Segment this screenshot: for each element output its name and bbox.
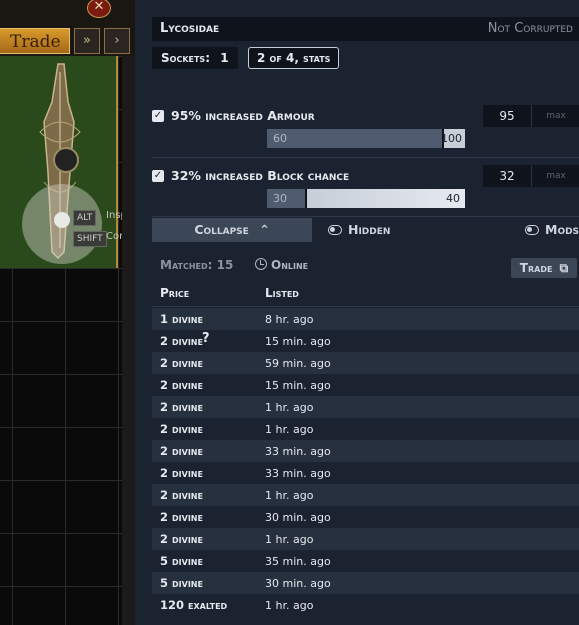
game-inventory-area: ✕ Trade » › ALT Inspe SHIFT Comp [0,0,135,625]
table-row[interactable]: 2 divine 1 hr. ago [152,528,579,550]
collapse-button[interactable]: Collapse ⌃ [152,218,312,242]
price-cell: 1 divine [160,312,203,326]
listed-cell: 33 min. ago [265,467,331,480]
table-row[interactable]: 5 divine 30 min. ago [152,572,579,594]
listed-cell: 1 hr. ago [265,423,314,436]
block-max-input[interactable]: max [531,165,579,187]
listed-cell: 15 min. ago [265,379,331,392]
alt-key-label: ALT [73,210,97,226]
shift-key-label: SHIFT [73,231,107,247]
corruption-status: Not Corrupted [487,21,573,36]
listed-cell: 35 min. ago [265,555,331,568]
table-row[interactable]: 2 divine 15 min. ago [152,374,579,396]
cursor-dot [54,212,70,228]
table-row[interactable]: 2 divine 30 min. ago [152,506,579,528]
stat-filter-block: ✓ 32% increased Block chance 32 max 30 4… [152,165,579,212]
listed-cell: 1 hr. ago [265,533,314,546]
table-row[interactable]: 2 divine 1 hr. ago [152,396,579,418]
external-link-icon: ⧉ [559,261,569,275]
block-range-bar[interactable]: 30 40 [267,189,465,208]
price-header[interactable]: Price [160,286,189,300]
block-min-input[interactable]: 32 [483,165,531,187]
table-row[interactable]: 2 divine 1 hr. ago [152,418,579,440]
tab-trade[interactable]: Trade [0,28,70,54]
table-row[interactable]: 2 divine? 15 min. ago [152,330,579,352]
table-row[interactable]: 120 exalted 1 hr. ago [152,594,579,616]
sockets-filter[interactable]: Sockets: 1 [152,47,238,69]
item-name: Lycosidae [160,21,220,36]
price-cell: 2 divine [160,532,203,546]
chevron-up-icon: ⌃ [259,222,270,237]
sockets-label: Sockets: [161,51,210,65]
uncertain-price-icon: ? [202,331,210,346]
listed-cell: 1 hr. ago [265,489,314,502]
listed-cell: 33 min. ago [265,445,331,458]
listed-cell: 30 min. ago [265,577,331,590]
listed-cell: 1 hr. ago [265,401,314,414]
stats-filter-chip[interactable]: 2 of 4, stats [248,47,340,69]
toggle-icon [525,225,539,235]
online-label: Online [271,258,309,272]
stat-label: 32% increased Block chance [171,168,350,183]
price-cell: 5 divine [160,576,203,590]
price-cell: 2 divine [160,400,203,414]
price-cell: 2 divine [160,422,203,436]
inventory-gutter [122,56,135,625]
open-trade-button[interactable]: Trade ⧉ [511,258,577,278]
listed-cell: 15 min. ago [265,335,331,348]
toggle-icon [328,225,342,235]
price-cell: 5 divine [160,554,203,568]
price-cell: 2 divine [160,466,203,480]
hidden-label: Hidden [348,222,391,237]
armour-checkbox[interactable]: ✓ [152,110,164,122]
table-row[interactable]: 2 divine 33 min. ago [152,462,579,484]
collapse-label: Collapse [194,222,249,237]
block-range-max: 40 [446,192,460,205]
item-header: Lycosidae Not Corrupted [152,17,579,41]
block-checkbox[interactable]: ✓ [152,170,164,182]
table-row[interactable]: 1 divine 8 hr. ago [152,308,579,330]
matched-count: Matched: 15 [160,258,234,272]
price-cell: 2 divine [160,510,203,524]
armour-max-input[interactable]: max [531,105,579,127]
armour-min-input[interactable]: 95 [483,105,531,127]
listed-cell: 30 min. ago [265,511,331,524]
header-divider [152,306,579,307]
table-row[interactable]: 5 divine 35 min. ago [152,550,579,572]
price-cell: 120 exalted [160,598,228,612]
armour-range-min: 60 [273,132,287,145]
price-cell: 2 divine [160,488,203,502]
armour-range-max: 100 [441,132,462,145]
table-row[interactable]: 2 divine 33 min. ago [152,440,579,462]
listed-cell: 8 hr. ago [265,313,314,326]
armour-range-fill [267,129,443,148]
online-filter[interactable]: Online [255,258,308,272]
price-cell: 2 divine [160,356,203,370]
block-range-tail [307,189,465,208]
listed-header[interactable]: Listed [265,286,299,300]
mods-toggle[interactable]: Mods [525,222,579,238]
table-row[interactable]: 2 divine 59 min. ago [152,352,579,374]
price-check-panel: Lycosidae Not Corrupted Sockets: 1 2 of … [135,0,579,625]
price-cell: 2 divine [160,444,203,458]
armour-range-bar[interactable]: 60 100 [267,129,465,148]
listed-cell: 59 min. ago [265,357,331,370]
listed-cell: 1 hr. ago [265,599,314,612]
price-cell: 2 divine [160,378,203,392]
mods-label: Mods [545,222,579,237]
hidden-toggle[interactable]: Hidden [328,222,408,238]
table-row[interactable]: 2 divine 1 hr. ago [152,484,579,506]
history-icon [255,258,267,270]
price-cell: 2 divine [160,334,203,348]
controls-divider [152,216,579,217]
stat-label: 95% increased Armour [171,108,315,123]
stat-filter-armour: ✓ 95% increased Armour 95 max 60 100 [152,105,579,152]
nav-forward-icon[interactable]: » [74,28,100,54]
sockets-value: 1 [220,51,229,65]
nav-next-icon[interactable]: › [104,28,130,54]
block-range-min: 30 [273,192,287,205]
stat-divider [152,157,579,158]
trade-button-label: Trade [519,261,553,275]
